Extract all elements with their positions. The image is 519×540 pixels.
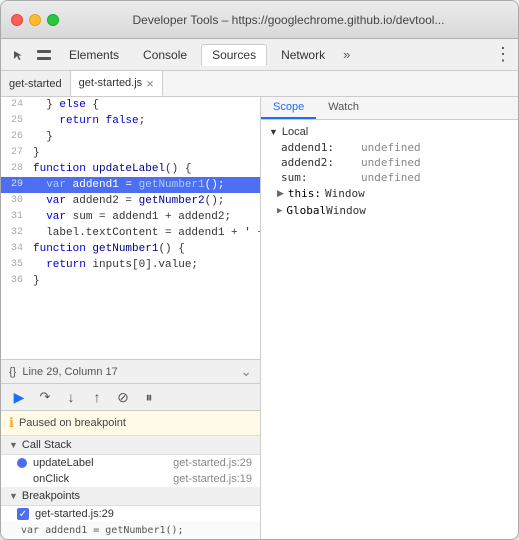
status-bar: {} Line 29, Column 17 ⌄ <box>1 359 260 383</box>
call-stack-item-onclick[interactable]: onClick get-started.js:19 <box>1 471 260 487</box>
scope-content: ▼ Local addend1: undefined addend2: unde… <box>261 120 518 539</box>
traffic-lights <box>11 14 59 26</box>
scope-this-val: Window <box>325 187 365 200</box>
scope-sum: sum: undefined <box>261 170 518 185</box>
scope-local-header[interactable]: ▼ Local <box>261 124 518 140</box>
step-over-button[interactable]: ↷ <box>35 387 55 407</box>
code-line-30: 30 var addend2 = getNumber2(); <box>1 193 260 209</box>
more-tabs-button[interactable]: » <box>339 47 354 62</box>
breakpoint-name: get-started.js:29 <box>35 508 114 520</box>
scope-this-toggle-icon: ▶ <box>277 188 284 199</box>
breakpoints-header[interactable]: ▼ Breakpoints <box>1 487 260 506</box>
call-stack-dot-icon <box>17 458 27 468</box>
scope-val: undefined <box>361 141 421 154</box>
code-line-36: 36 } <box>1 273 260 289</box>
tab-sources[interactable]: Sources <box>201 44 267 66</box>
scope-key: addend1: <box>281 141 361 154</box>
scope-panel: Scope Watch ▼ Local addend1: undefined a… <box>261 97 518 539</box>
tab-network[interactable]: Network <box>271 45 335 65</box>
scope-val: undefined <box>361 156 421 169</box>
scope-global-val: Window <box>326 204 366 217</box>
call-stack-loc: get-started.js:29 <box>173 457 252 469</box>
scope-global-toggle-icon: ▶ <box>277 206 282 216</box>
scope-addend2: addend2: undefined <box>261 155 518 170</box>
devtools-window: Developer Tools – https://googlechrome.g… <box>0 0 519 540</box>
call-stack-toggle-icon: ▼ <box>9 440 18 450</box>
scope-this[interactable]: ▶ this: Window <box>261 185 518 202</box>
code-line-28: 28 function updateLabel() { <box>1 161 260 177</box>
breakpoint-checkbox[interactable]: ✓ <box>17 508 29 520</box>
call-stack-loc: get-started.js:19 <box>173 473 252 485</box>
tab-elements[interactable]: Elements <box>59 45 129 65</box>
scroll-icon: ⌄ <box>240 363 252 380</box>
file-tab-label: get-started <box>9 78 62 90</box>
breakpoints-toggle-icon: ▼ <box>9 491 18 501</box>
scope-local-toggle-icon: ▼ <box>269 127 278 137</box>
code-line-29: 29 var addend1 = getNumber1(); <box>1 177 260 193</box>
left-panel: 24 } else { 25 return false; 26 } 27 } 2 <box>1 97 261 539</box>
resume-button[interactable]: ▶ <box>9 387 29 407</box>
call-stack-name: onClick <box>33 473 69 485</box>
close-button[interactable] <box>11 14 23 26</box>
pause-exceptions-button[interactable]: ⏸ <box>139 387 159 407</box>
breakpoint-notice: ℹ Paused on breakpoint <box>1 411 260 436</box>
call-stack-header[interactable]: ▼ Call Stack <box>1 436 260 455</box>
code-line-25: 25 return false; <box>1 113 260 129</box>
scope-global-label: ▶ Global <box>277 204 326 217</box>
scope-tabs: Scope Watch <box>261 97 518 120</box>
scope-val: undefined <box>361 171 421 184</box>
breakpoint-item[interactable]: ✓ get-started.js:29 <box>1 506 260 522</box>
code-line-35: 35 return inputs[0].value; <box>1 257 260 273</box>
minimize-button[interactable] <box>29 14 41 26</box>
code-line-34: 34 function getNumber1() { <box>1 241 260 257</box>
breakpoints-label: Breakpoints <box>22 490 80 502</box>
status-bar-text: Line 29, Column 17 <box>22 366 117 378</box>
tab-watch[interactable]: Watch <box>316 97 371 119</box>
code-line-24: 24 } else { <box>1 97 260 113</box>
scope-local-label: Local <box>282 126 308 138</box>
deactivate-button[interactable]: ⊘ <box>113 387 133 407</box>
code-line-32: 32 label.textContent = addend1 + ' + ' +… <box>1 225 260 241</box>
status-braces-icon: {} <box>9 366 16 378</box>
file-tab-get-started-js[interactable]: get-started.js × <box>71 71 163 96</box>
step-into-button[interactable]: ↓ <box>61 387 81 407</box>
notice-icon: ℹ <box>9 415 14 431</box>
cursor-icon[interactable] <box>7 44 29 66</box>
breakpoint-code-preview: var addend1 = getNumber1(); <box>1 522 260 539</box>
file-tab-close-icon[interactable]: × <box>146 77 154 90</box>
devtools-menu-button[interactable]: ⋮ <box>494 44 512 65</box>
scope-global[interactable]: ▶ Global Window <box>261 202 518 219</box>
tab-console[interactable]: Console <box>133 45 197 65</box>
code-line-27: 27 } <box>1 145 260 161</box>
scope-this-key: this: <box>288 187 321 200</box>
call-stack-label: Call Stack <box>22 439 72 451</box>
debug-toolbar: ▶ ↷ ↓ ↑ ⊘ ⏸ <box>1 383 260 411</box>
code-editor[interactable]: 24 } else { 25 return false; 26 } 27 } 2 <box>1 97 260 359</box>
file-tabs-bar: get-started get-started.js × <box>1 71 518 97</box>
file-tab-label: get-started.js <box>79 77 143 89</box>
step-out-button[interactable]: ↑ <box>87 387 107 407</box>
main-area: 24 } else { 25 return false; 26 } 27 } 2 <box>1 97 518 539</box>
tab-scope[interactable]: Scope <box>261 97 316 119</box>
drawer-icon[interactable] <box>33 44 55 66</box>
breakpoint-notice-text: Paused on breakpoint <box>19 417 126 429</box>
call-stack-item-updatelabel[interactable]: updateLabel get-started.js:29 <box>1 455 260 471</box>
main-toolbar: Elements Console Sources Network » ⋮ <box>1 39 518 71</box>
maximize-button[interactable] <box>47 14 59 26</box>
scope-key: addend2: <box>281 156 361 169</box>
file-tab-get-started[interactable]: get-started <box>1 71 71 96</box>
titlebar: Developer Tools – https://googlechrome.g… <box>1 1 518 39</box>
call-stack-name: updateLabel <box>33 457 94 469</box>
code-line-31: 31 var sum = addend1 + addend2; <box>1 209 260 225</box>
code-line-26: 26 } <box>1 129 260 145</box>
scope-key: sum: <box>281 171 361 184</box>
scope-addend1: addend1: undefined <box>261 140 518 155</box>
window-title: Developer Tools – https://googlechrome.g… <box>69 13 508 27</box>
